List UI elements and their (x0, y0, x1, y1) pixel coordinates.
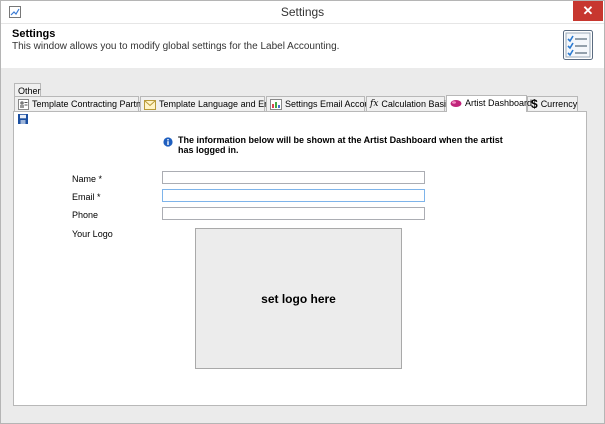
save-icon[interactable] (18, 114, 28, 124)
window-title: Settings (280, 5, 325, 19)
name-field[interactable] (162, 171, 425, 184)
logo-dropzone[interactable]: set logo here (195, 228, 402, 369)
tab-artist-dashboard[interactable]: Artist Dashboard (446, 95, 532, 112)
tab-template-language-and-email[interactable]: Template Language and Email (140, 96, 281, 111)
tab-label: Calculation Basis (381, 99, 451, 109)
partners-icon (18, 99, 29, 111)
logo-label: Your Logo (72, 229, 113, 239)
info-message: The information below will be shown at t… (178, 135, 503, 155)
name-label: Name * (72, 174, 103, 184)
header-title: Settings (12, 28, 56, 40)
tab-currency[interactable]: $ Currency (527, 96, 578, 111)
email-icon (144, 99, 156, 110)
function-icon: fx (370, 99, 379, 110)
info-icon (163, 137, 173, 147)
checklist-icon (563, 30, 593, 60)
tab-template-contracting-partners[interactable]: Template Contracting Partners (14, 96, 154, 111)
tab-label: Template Language and Email (159, 99, 281, 109)
logo-placeholder-text: set logo here (261, 291, 336, 306)
settings-window: Settings ✕ Settings This window allows y… (0, 0, 605, 424)
email-account-icon (270, 99, 282, 111)
tab-label: Artist Dashboard (465, 98, 533, 108)
phone-field[interactable] (162, 207, 425, 220)
close-button[interactable]: ✕ (573, 1, 603, 21)
tab-label: Template Contracting Partners (32, 99, 154, 109)
tab-settings-email-account[interactable]: Settings Email Account (266, 96, 377, 111)
email-label: Email * (72, 192, 101, 202)
email-field[interactable] (162, 189, 425, 202)
tab-calculation-basis[interactable]: fx Calculation Basis (366, 96, 450, 111)
dashboard-icon (450, 100, 462, 108)
tab-label: Currency (540, 99, 578, 109)
tab-label: Other (18, 86, 41, 96)
header-description: This window allows you to modify global … (12, 41, 340, 52)
settings-header: Settings This window allows you to modif… (1, 23, 604, 69)
phone-label: Phone (72, 210, 99, 220)
tab-label: Settings Email Account (285, 99, 378, 109)
title-bar: Settings ✕ (1, 1, 604, 23)
